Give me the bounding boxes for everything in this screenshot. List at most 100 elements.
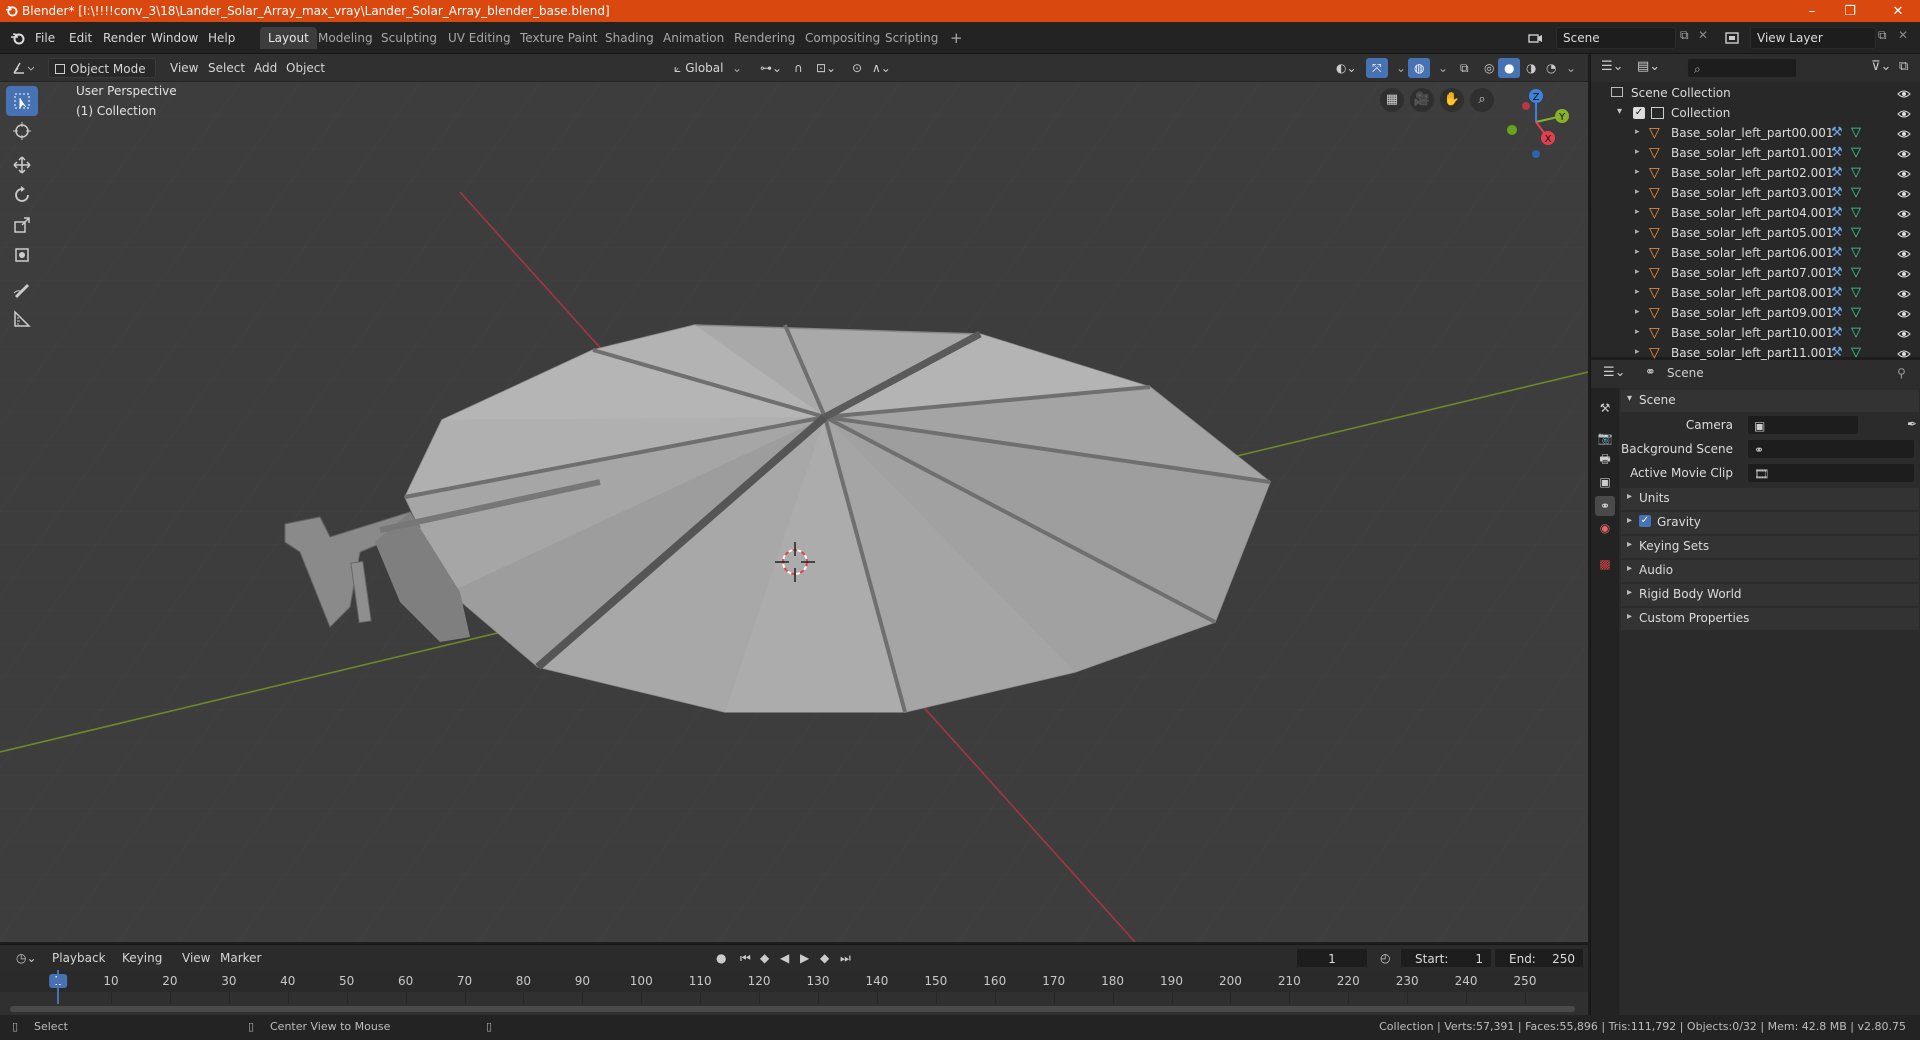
tab-rendering[interactable]: Rendering xyxy=(726,27,803,49)
eye-icon[interactable] xyxy=(1897,187,1911,201)
outliner-object-row[interactable]: ▸ ▽ Base_solar_left_part05.001 ⚒ ▽ xyxy=(1591,224,1920,244)
close-button[interactable]: ✕ xyxy=(1876,0,1920,22)
render-tab-icon[interactable]: 📷 xyxy=(1595,428,1615,448)
new-view-layer-icon[interactable]: ⧉ xyxy=(1878,28,1887,43)
keying-sets-panel-header[interactable]: ▸ Keying Sets xyxy=(1621,536,1919,558)
scene-panel-header[interactable]: ▾ Scene xyxy=(1621,390,1919,412)
proportional-edit-icon[interactable]: ⊙ xyxy=(846,58,868,78)
maximize-button[interactable]: ❐ xyxy=(1828,0,1872,22)
playhead[interactable] xyxy=(57,970,59,1004)
modifier-wrench-icon[interactable]: ⚒ xyxy=(1831,185,1843,200)
xray-toggle-icon[interactable]: ⧉ xyxy=(1454,58,1475,78)
eye-icon[interactable] xyxy=(1897,247,1911,261)
neg-x-axis-icon[interactable] xyxy=(1522,102,1530,110)
pin-icon[interactable]: ⚲ xyxy=(1897,366,1906,380)
eye-icon[interactable] xyxy=(1897,127,1911,141)
cursor-tool-icon[interactable] xyxy=(6,116,38,146)
expand-arrow-icon[interactable]: ▸ xyxy=(1635,167,1640,177)
scale-tool-icon[interactable] xyxy=(6,210,38,240)
select-box-tool-icon[interactable] xyxy=(6,86,38,116)
menu-playback[interactable]: Playback xyxy=(46,948,112,968)
pivot-point-icon[interactable]: ⊶⌄ xyxy=(754,58,788,78)
scene-field[interactable]: Scene xyxy=(1556,27,1676,49)
menu-view[interactable]: View xyxy=(164,58,204,78)
eye-icon[interactable] xyxy=(1897,167,1911,181)
tab-shading[interactable]: Shading xyxy=(597,27,662,49)
new-collection-icon[interactable]: ⧉ xyxy=(1899,59,1908,74)
overlays-dropdown-icon[interactable]: ⌄ xyxy=(1432,58,1454,78)
gravity-checkbox[interactable]: ✓ xyxy=(1639,515,1651,527)
tab-animation[interactable]: Animation xyxy=(655,27,732,49)
3d-viewport[interactable]: User Perspective (1) Collection ▦ 🎥 ✋ ⌕ … xyxy=(0,82,1588,942)
texture-tab-icon[interactable]: ▩ xyxy=(1595,554,1615,574)
tab-modeling[interactable]: Modeling xyxy=(310,27,381,49)
neg-z-axis-icon[interactable] xyxy=(1532,150,1540,158)
tab-scripting[interactable]: Scripting xyxy=(877,27,946,49)
camera-field[interactable]: ▣ xyxy=(1747,415,1859,435)
tab-layout[interactable]: Layout xyxy=(260,27,317,49)
modifier-wrench-icon[interactable]: ⚒ xyxy=(1831,125,1843,140)
expand-arrow-icon[interactable]: ▸ xyxy=(1635,187,1640,197)
eye-icon[interactable] xyxy=(1897,107,1911,121)
snap-icon[interactable]: ∩ xyxy=(788,58,809,78)
menu-help[interactable]: Help xyxy=(205,28,238,48)
eye-icon[interactable] xyxy=(1897,307,1911,321)
annotate-tool-icon[interactable] xyxy=(6,274,38,304)
outliner-object-row[interactable]: ▸ ▽ Base_solar_left_part04.001 ⚒ ▽ xyxy=(1591,204,1920,224)
modifier-wrench-icon[interactable]: ⚒ xyxy=(1831,285,1843,300)
mesh-data-icon[interactable]: ▽ xyxy=(1851,145,1861,160)
expand-arrow-icon[interactable]: ▸ xyxy=(1635,307,1640,317)
eyedropper-icon[interactable]: ✒ xyxy=(1907,417,1917,431)
expand-arrow-icon[interactable]: ▾ xyxy=(1617,106,1622,117)
mesh-data-icon[interactable]: ▽ xyxy=(1851,285,1861,300)
preview-range-icon[interactable]: ◴ xyxy=(1374,948,1396,968)
rigid-body-world-panel-header[interactable]: ▸ Rigid Body World xyxy=(1621,584,1919,606)
eye-icon[interactable] xyxy=(1897,267,1911,281)
measure-tool-icon[interactable] xyxy=(6,304,38,334)
mesh-data-icon[interactable]: ▽ xyxy=(1851,205,1861,220)
expand-arrow-icon[interactable]: ▸ xyxy=(1635,247,1640,257)
modifier-wrench-icon[interactable]: ⚒ xyxy=(1831,145,1843,160)
modifier-wrench-icon[interactable]: ⚒ xyxy=(1831,205,1843,220)
move-tool-icon[interactable] xyxy=(6,150,38,180)
collection-row[interactable]: ▾ ✓ Collection xyxy=(1591,104,1920,124)
gizmo-toggle-icon[interactable]: ⤧ xyxy=(1366,58,1388,78)
selectability-icon[interactable]: ◐⌄ xyxy=(1330,58,1363,78)
modifier-wrench-icon[interactable]: ⚒ xyxy=(1831,245,1843,260)
outliner-object-row[interactable]: ▸ ▽ Base_solar_left_part01.001 ⚒ ▽ xyxy=(1591,144,1920,164)
timeline-scrollbar[interactable] xyxy=(10,1006,1575,1012)
eye-icon[interactable] xyxy=(1897,347,1911,361)
modifier-wrench-icon[interactable]: ⚒ xyxy=(1831,265,1843,280)
orientation-dropdown[interactable]: ⟀ Global ⌄ xyxy=(668,58,748,78)
background-scene-field[interactable]: ⚭ xyxy=(1747,439,1915,459)
mesh-data-icon[interactable]: ▽ xyxy=(1851,185,1861,200)
scene-collection-row[interactable]: Scene Collection xyxy=(1591,84,1920,104)
delete-view-layer-icon[interactable]: ✕ xyxy=(1898,28,1908,42)
tab-sculpting[interactable]: Sculpting xyxy=(373,27,445,49)
tab-compositing[interactable]: Compositing xyxy=(797,27,888,49)
outliner-object-row[interactable]: ▸ ▽ Base_solar_left_part00.001 ⚒ ▽ xyxy=(1591,124,1920,144)
audio-panel-header[interactable]: ▸ Audio xyxy=(1621,560,1919,582)
blender-menu-icon[interactable] xyxy=(10,30,26,46)
properties-editor-type-icon[interactable]: ☰⌄ xyxy=(1603,365,1626,380)
pan-hand-icon[interactable]: ✋ xyxy=(1440,88,1464,112)
outliner-editor-type-icon[interactable]: ☰⌄ xyxy=(1601,59,1624,74)
outliner-object-row[interactable]: ▸ ▽ Base_solar_left_part09.001 ⚒ ▽ xyxy=(1591,304,1920,324)
start-frame-field[interactable]: Start: 1 xyxy=(1400,948,1492,968)
toggle-orthographic-icon[interactable]: ▦ xyxy=(1380,88,1404,112)
outliner-object-row[interactable]: ▸ ▽ Base_solar_left_part07.001 ⚒ ▽ xyxy=(1591,264,1920,284)
menu-render[interactable]: Render xyxy=(100,28,149,48)
mesh-data-icon[interactable]: ▽ xyxy=(1851,345,1861,360)
scene-tab-icon[interactable]: ⚭ xyxy=(1595,496,1615,516)
outliner-object-row[interactable]: ▸ ▽ Base_solar_left_part08.001 ⚒ ▽ xyxy=(1591,284,1920,304)
view-layer-icon[interactable] xyxy=(1724,29,1742,47)
active-movie-clip-field[interactable]: 🎞 xyxy=(1747,463,1915,483)
checkbox-icon[interactable]: ✓ xyxy=(1633,107,1645,119)
eye-icon[interactable] xyxy=(1897,147,1911,161)
timeline-editor-type-icon[interactable]: ◷⌄ xyxy=(10,948,43,968)
menu-timeline-view[interactable]: View xyxy=(176,948,216,968)
outliner-object-row[interactable]: ▸ ▽ Base_solar_left_part03.001 ⚒ ▽ xyxy=(1591,184,1920,204)
snap-target-icon[interactable]: ⊡⌄ xyxy=(810,58,842,78)
overlays-toggle-icon[interactable]: ◍ xyxy=(1408,58,1431,78)
mesh-data-icon[interactable]: ▽ xyxy=(1851,305,1861,320)
